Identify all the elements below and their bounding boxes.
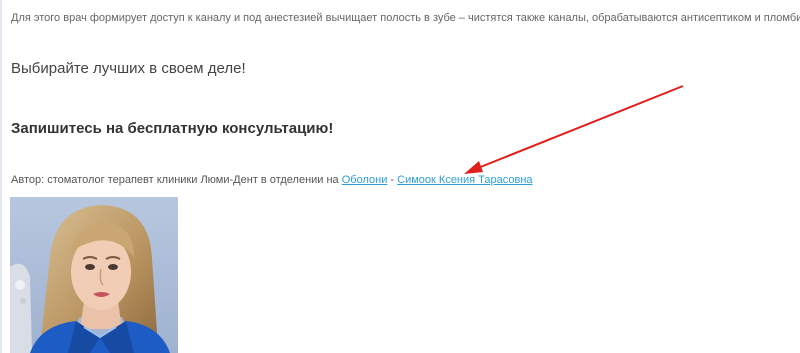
article-subheading: Выбирайте лучших в своем деле! (11, 60, 246, 77)
article-page: — — — — — — — — — — — — — — — — — — — — … (0, 0, 800, 353)
doctor-portrait-photo (10, 197, 178, 353)
consultation-cta-heading: Запишитесь на бесплатную консультацию! (11, 120, 334, 137)
doctor-name-link[interactable]: Симоок Ксения Тарасовна (397, 174, 532, 186)
author-separator: - (387, 174, 398, 186)
clipped-text-line: — — — — — — — — — — — — — — — — — — — — … (11, 0, 452, 5)
author-line: Автор: стоматолог терапевт клиники Люми-… (11, 174, 533, 186)
article-paragraph: Для этого врач формирует доступ к каналу… (11, 12, 800, 24)
author-prefix: Автор: стоматолог терапевт клиники Люми-… (11, 174, 342, 186)
left-border (0, 0, 2, 353)
location-link-oboloni[interactable]: Оболони (342, 174, 388, 186)
